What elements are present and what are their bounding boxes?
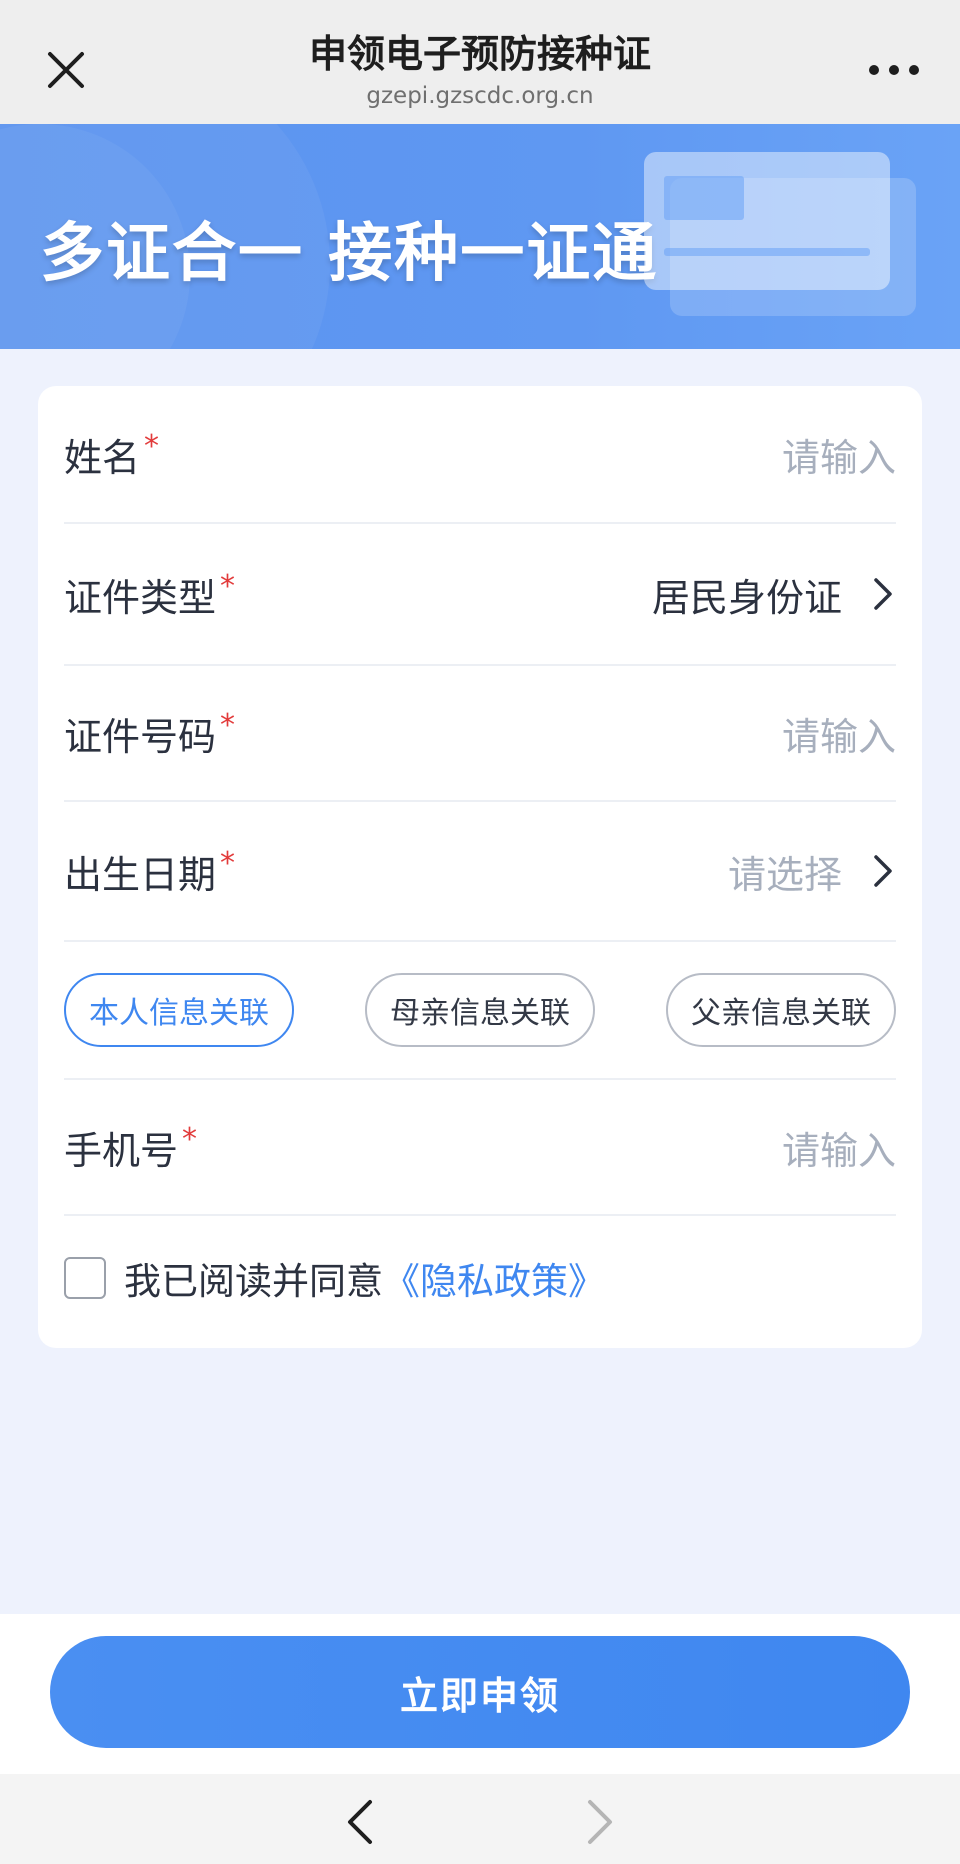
application-form-card: 姓名 * 请输入 证件类型 * 居民身份证 证件号码 * 请输入 出生日期 * … [38,386,922,1348]
banner-slogan: 多证合一 接种一证通 [40,217,659,291]
browser-top-bar: 申领电子预防接种证 gzepi.gzscdc.org.cn [0,0,960,124]
required-mark: * [144,428,160,464]
id-number-input[interactable]: 请输入 [782,706,896,761]
page-title: 申领电子预防接种证 [308,32,651,76]
relation-chips: 本人信息关联 母亲信息关联 父亲信息关联 [64,942,896,1080]
back-icon[interactable] [340,1794,380,1850]
phone-row[interactable]: 手机号 * 请输入 [64,1080,896,1216]
id-type-value: 居民身份证 [651,575,842,620]
required-mark: * [220,845,236,881]
phone-input[interactable]: 请输入 [782,1120,896,1175]
id-type-select[interactable]: 居民身份证 [652,567,896,622]
phone-placeholder: 请输入 [781,1128,896,1173]
id-number-row[interactable]: 证件号码 * 请输入 [64,666,896,802]
agreement-text: 我已阅读并同意 [124,1260,383,1303]
id-type-label: 证件类型 [64,575,217,620]
chevron-right-icon [874,578,892,610]
birth-date-picker[interactable]: 请选择 [728,844,896,899]
chip-mother[interactable]: 母亲信息关联 [365,973,595,1047]
birth-date-placeholder: 请选择 [727,852,842,897]
required-mark: * [220,707,236,743]
browser-nav-bar [0,1774,960,1864]
agreement-row: 我已阅读并同意 《隐私政策》 [64,1246,605,1310]
name-label: 姓名 [64,435,141,480]
privacy-policy-link[interactable]: 《隐私政策》 [383,1251,605,1305]
name-placeholder: 请输入 [781,435,896,480]
birth-date-label: 出生日期 [64,852,217,897]
more-icon[interactable] [868,56,920,84]
card-illustration-icon [644,152,916,316]
id-type-row[interactable]: 证件类型 * 居民身份证 [64,524,896,666]
name-row[interactable]: 姓名 * 请输入 [64,386,896,524]
banner: 多证合一 接种一证通 [0,124,960,349]
id-number-label: 证件号码 [64,714,217,759]
name-input[interactable]: 请输入 [782,427,896,482]
page-url: gzepi.gzscdc.org.cn [366,83,594,109]
chip-father[interactable]: 父亲信息关联 [666,973,896,1047]
phone-label: 手机号 [64,1128,179,1173]
close-icon[interactable] [40,44,92,96]
chip-self[interactable]: 本人信息关联 [64,973,294,1047]
birth-date-row[interactable]: 出生日期 * 请选择 [64,802,896,942]
id-number-placeholder: 请输入 [781,714,896,759]
required-mark: * [220,568,236,604]
chevron-right-icon [874,855,892,887]
submit-button[interactable]: 立即申领 [50,1636,910,1748]
title-block: 申领电子预防接种证 gzepi.gzscdc.org.cn [200,28,760,110]
required-mark: * [182,1121,198,1157]
forward-icon[interactable] [580,1794,620,1850]
action-bar: 立即申领 [0,1614,960,1774]
agreement-checkbox[interactable] [64,1257,106,1299]
